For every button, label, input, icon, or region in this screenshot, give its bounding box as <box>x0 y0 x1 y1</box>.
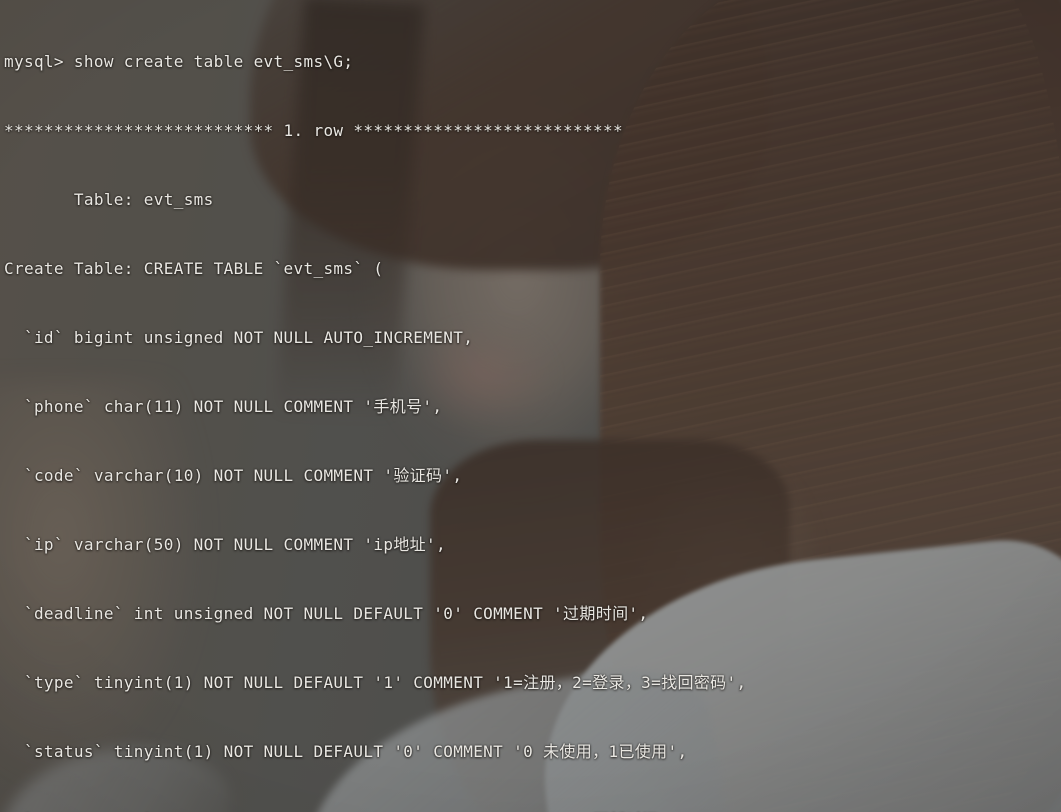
terminal-line-column-deadline: `deadline` int unsigned NOT NULL DEFAULT… <box>4 604 649 623</box>
terminal-line-column-status: `status` tinyint(1) NOT NULL DEFAULT '0'… <box>4 742 688 761</box>
terminal-line-column-phone: `phone` char(11) NOT NULL COMMENT '手机号', <box>4 397 443 416</box>
terminal-line-column-id: `id` bigint unsigned NOT NULL AUTO_INCRE… <box>4 328 474 347</box>
terminal-line-command: mysql> show create table evt_sms\G; <box>4 52 354 71</box>
terminal-line-create-table: Create Table: CREATE TABLE `evt_sms` ( <box>4 259 384 278</box>
terminal-line-table-name: Table: evt_sms <box>4 190 214 209</box>
terminal-text-output[interactable]: mysql> show create table evt_sms\G; ****… <box>0 0 1061 812</box>
terminal-line-row-header: *************************** 1. row *****… <box>4 121 623 140</box>
terminal-line-column-type: `type` tinyint(1) NOT NULL DEFAULT '1' C… <box>4 673 747 692</box>
terminal-window[interactable]: mysql> show create table evt_sms\G; ****… <box>0 0 1061 812</box>
terminal-line-column-code: `code` varchar(10) NOT NULL COMMENT '验证码… <box>4 466 463 485</box>
terminal-line-column-ip: `ip` varchar(50) NOT NULL COMMENT 'ip地址'… <box>4 535 446 554</box>
